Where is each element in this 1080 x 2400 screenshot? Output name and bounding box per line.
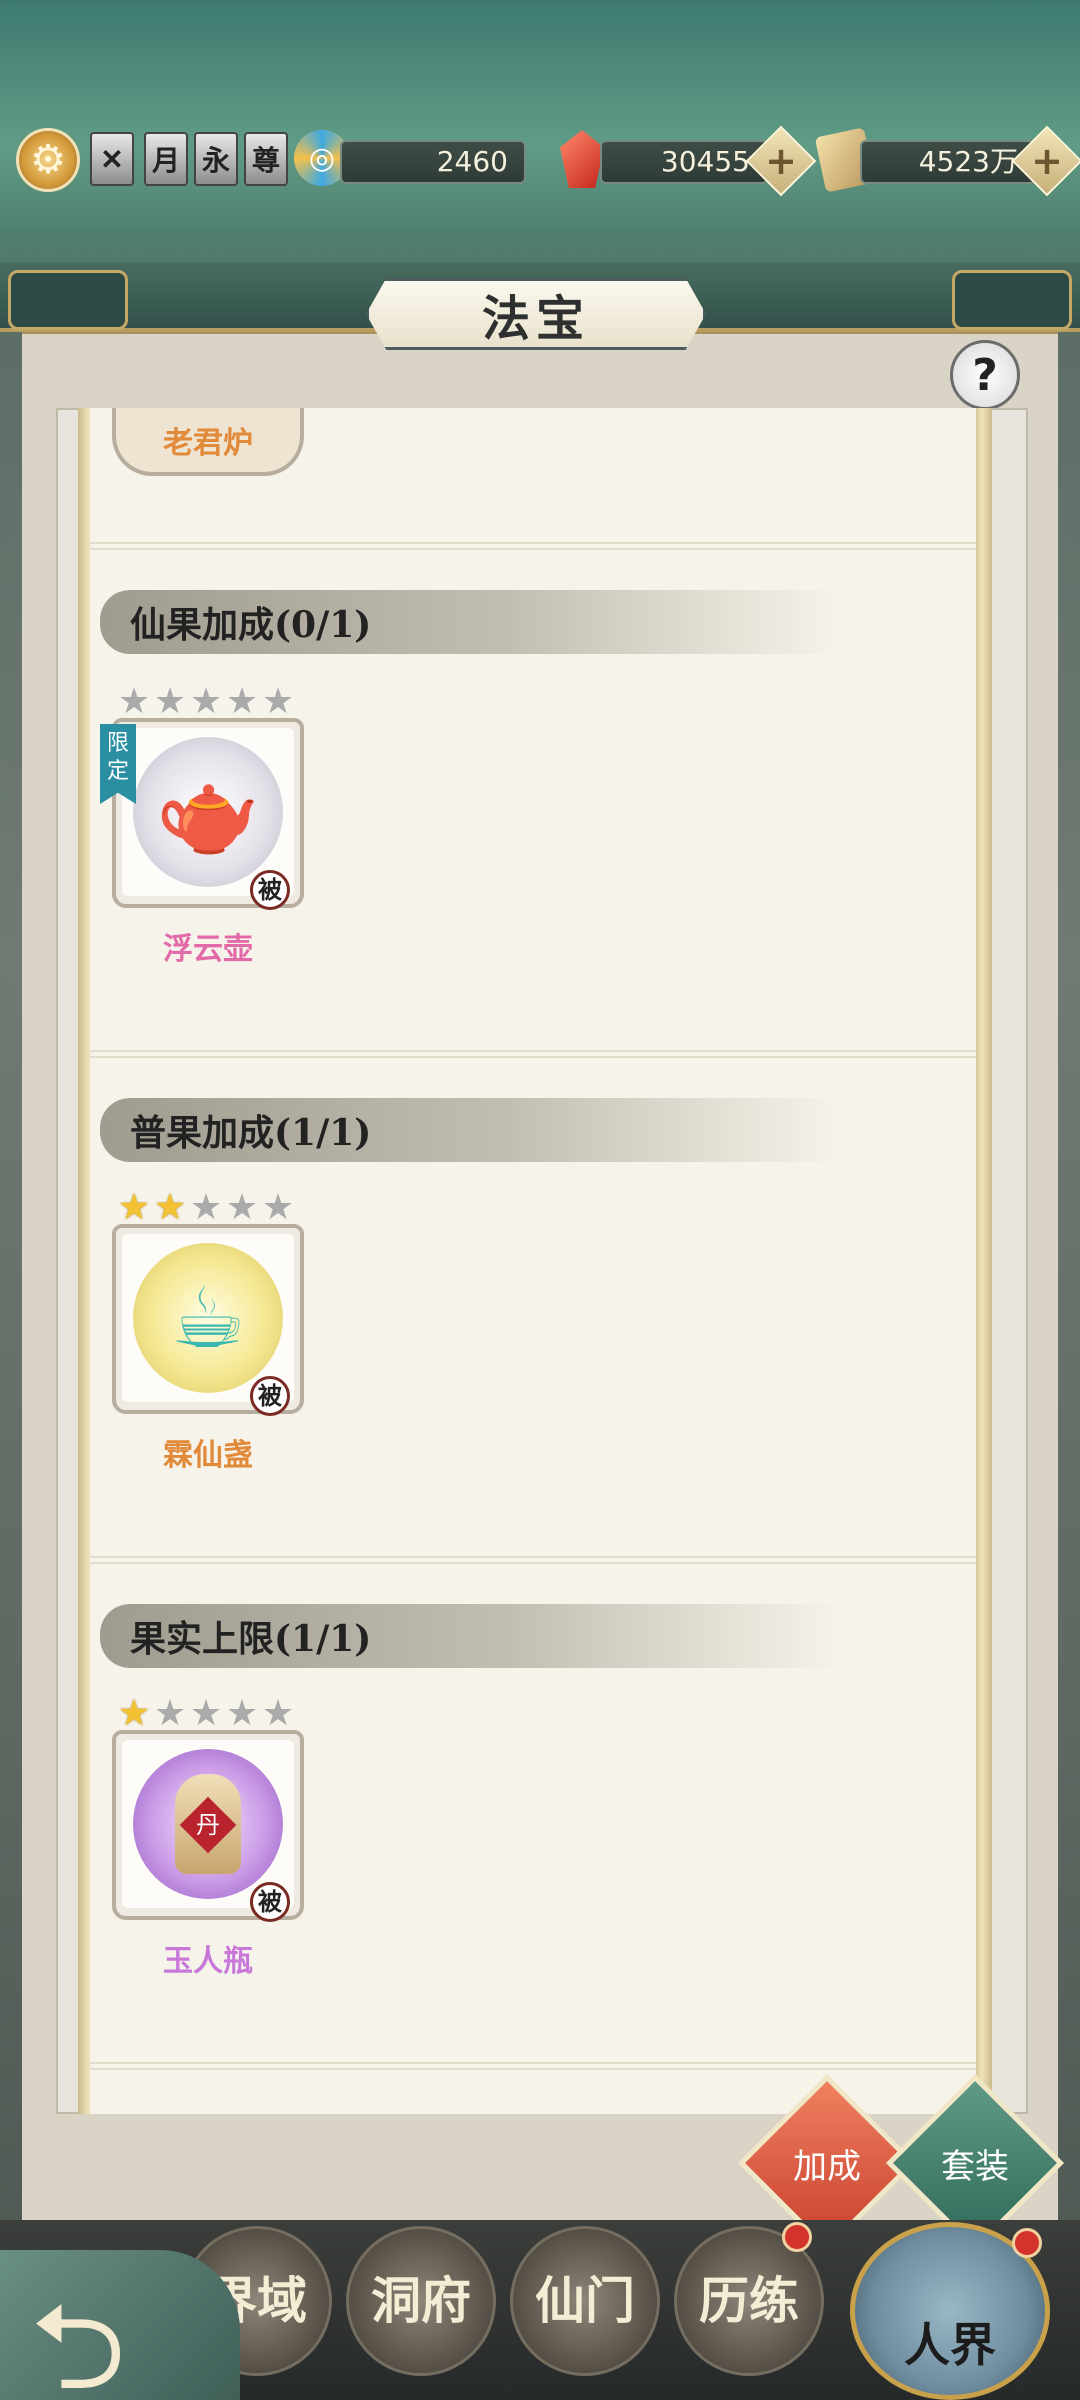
- card-name: 老君炉: [163, 426, 253, 461]
- treasure-list[interactable]: 老君炉 仙果加成(0/1) ★ ★ ★ ★ ★ 🫖 浮云壶 限定 被 普果加成(…: [90, 408, 976, 2114]
- star-filled-icon: ★: [153, 1187, 187, 1228]
- honor-badge-icon[interactable]: 尊: [244, 132, 288, 186]
- nav-dongfu[interactable]: 洞府: [346, 2226, 496, 2376]
- star-icon: ★: [117, 681, 151, 722]
- section-title: 仙果加成(0/1): [130, 604, 372, 646]
- star-icon: ★: [189, 681, 223, 722]
- star-icon: ★: [189, 1693, 223, 1734]
- star-icon: ★: [153, 1693, 187, 1734]
- page-title: 法宝: [481, 291, 590, 347]
- card-name: 玉人瓶: [163, 1944, 253, 1979]
- star-icon: ★: [225, 1187, 259, 1228]
- resource-bar: ⚙ ✕ 月 永 尊 ◎ 2460 30455 + 4523万 +: [0, 120, 1080, 204]
- star-icon: ★: [153, 681, 187, 722]
- star-rating: ★ ★ ★ ★ ★: [116, 684, 296, 720]
- add-gem-button[interactable]: +: [745, 125, 817, 197]
- bonus-label: 加成: [793, 2146, 861, 2187]
- gem-icon: [560, 130, 604, 188]
- section-divider: [90, 2062, 976, 2070]
- elixir-label: 丹: [196, 1811, 220, 1839]
- moon-badge-icon[interactable]: 月: [144, 132, 188, 186]
- star-icon: ★: [225, 1693, 259, 1734]
- star-filled-icon: ★: [117, 1693, 151, 1734]
- plus-icon: +: [765, 139, 797, 183]
- notification-dot: [782, 2222, 812, 2252]
- nav-label: 洞府: [371, 2271, 471, 2330]
- jade-cup-icon: ☕: [133, 1243, 283, 1393]
- scroll-value: 4523万: [860, 140, 1036, 184]
- silver-teapot-icon: 🫖: [133, 737, 283, 887]
- plus-icon: +: [1031, 139, 1063, 183]
- passive-badge: 被: [250, 1882, 290, 1922]
- star-rating: ★ ★ ★ ★ ★: [116, 1696, 296, 1732]
- section-title: 果实上限(1/1): [130, 1618, 372, 1660]
- star-rating: ★ ★ ★ ★ ★: [116, 1190, 296, 1226]
- gear-icon[interactable]: ⚙: [16, 128, 80, 192]
- elixir-bottle-icon: 丹: [133, 1749, 283, 1899]
- star-filled-icon: ★: [117, 1187, 151, 1228]
- add-scroll-button[interactable]: +: [1011, 125, 1080, 197]
- card-name: 浮云壶: [163, 932, 253, 967]
- fire-badge-icon[interactable]: ✕: [90, 132, 134, 186]
- section-divider: [90, 1556, 976, 1564]
- star-icon: ★: [189, 1187, 223, 1228]
- back-button[interactable]: ⮌: [0, 2250, 240, 2400]
- nav-label: 仙门: [535, 2271, 635, 2330]
- notification-dot: [1012, 2228, 1042, 2258]
- realm-label: 人界: [904, 2318, 996, 2372]
- passive-badge: 被: [250, 1376, 290, 1416]
- card-name: 霖仙盏: [163, 1438, 253, 1473]
- star-icon: ★: [261, 1693, 295, 1734]
- gem-value: 30455: [600, 140, 768, 184]
- spirit-value: 2460: [340, 140, 526, 184]
- set-label: 套装: [941, 2146, 1009, 2187]
- eternal-badge-icon[interactable]: 永: [194, 132, 238, 186]
- back-arrow-icon: ⮌: [30, 2278, 127, 2400]
- nav-label: 历练: [699, 2271, 799, 2330]
- star-icon: ★: [225, 681, 259, 722]
- section-divider: [90, 542, 976, 550]
- limited-tag: 限定: [100, 724, 136, 804]
- section-divider: [90, 1050, 976, 1058]
- help-button[interactable]: ?: [950, 340, 1020, 410]
- page-title-plate: 法宝: [366, 278, 706, 350]
- ribbon-ornament-right: [952, 270, 1072, 330]
- passive-badge: 被: [250, 870, 290, 910]
- ribbon-ornament-left: [8, 270, 128, 330]
- question-icon: ?: [972, 349, 998, 401]
- star-icon: ★: [261, 681, 295, 722]
- section-title: 普果加成(1/1): [130, 1112, 372, 1154]
- star-icon: ★: [261, 1187, 295, 1228]
- nav-xianmen[interactable]: 仙门: [510, 2226, 660, 2376]
